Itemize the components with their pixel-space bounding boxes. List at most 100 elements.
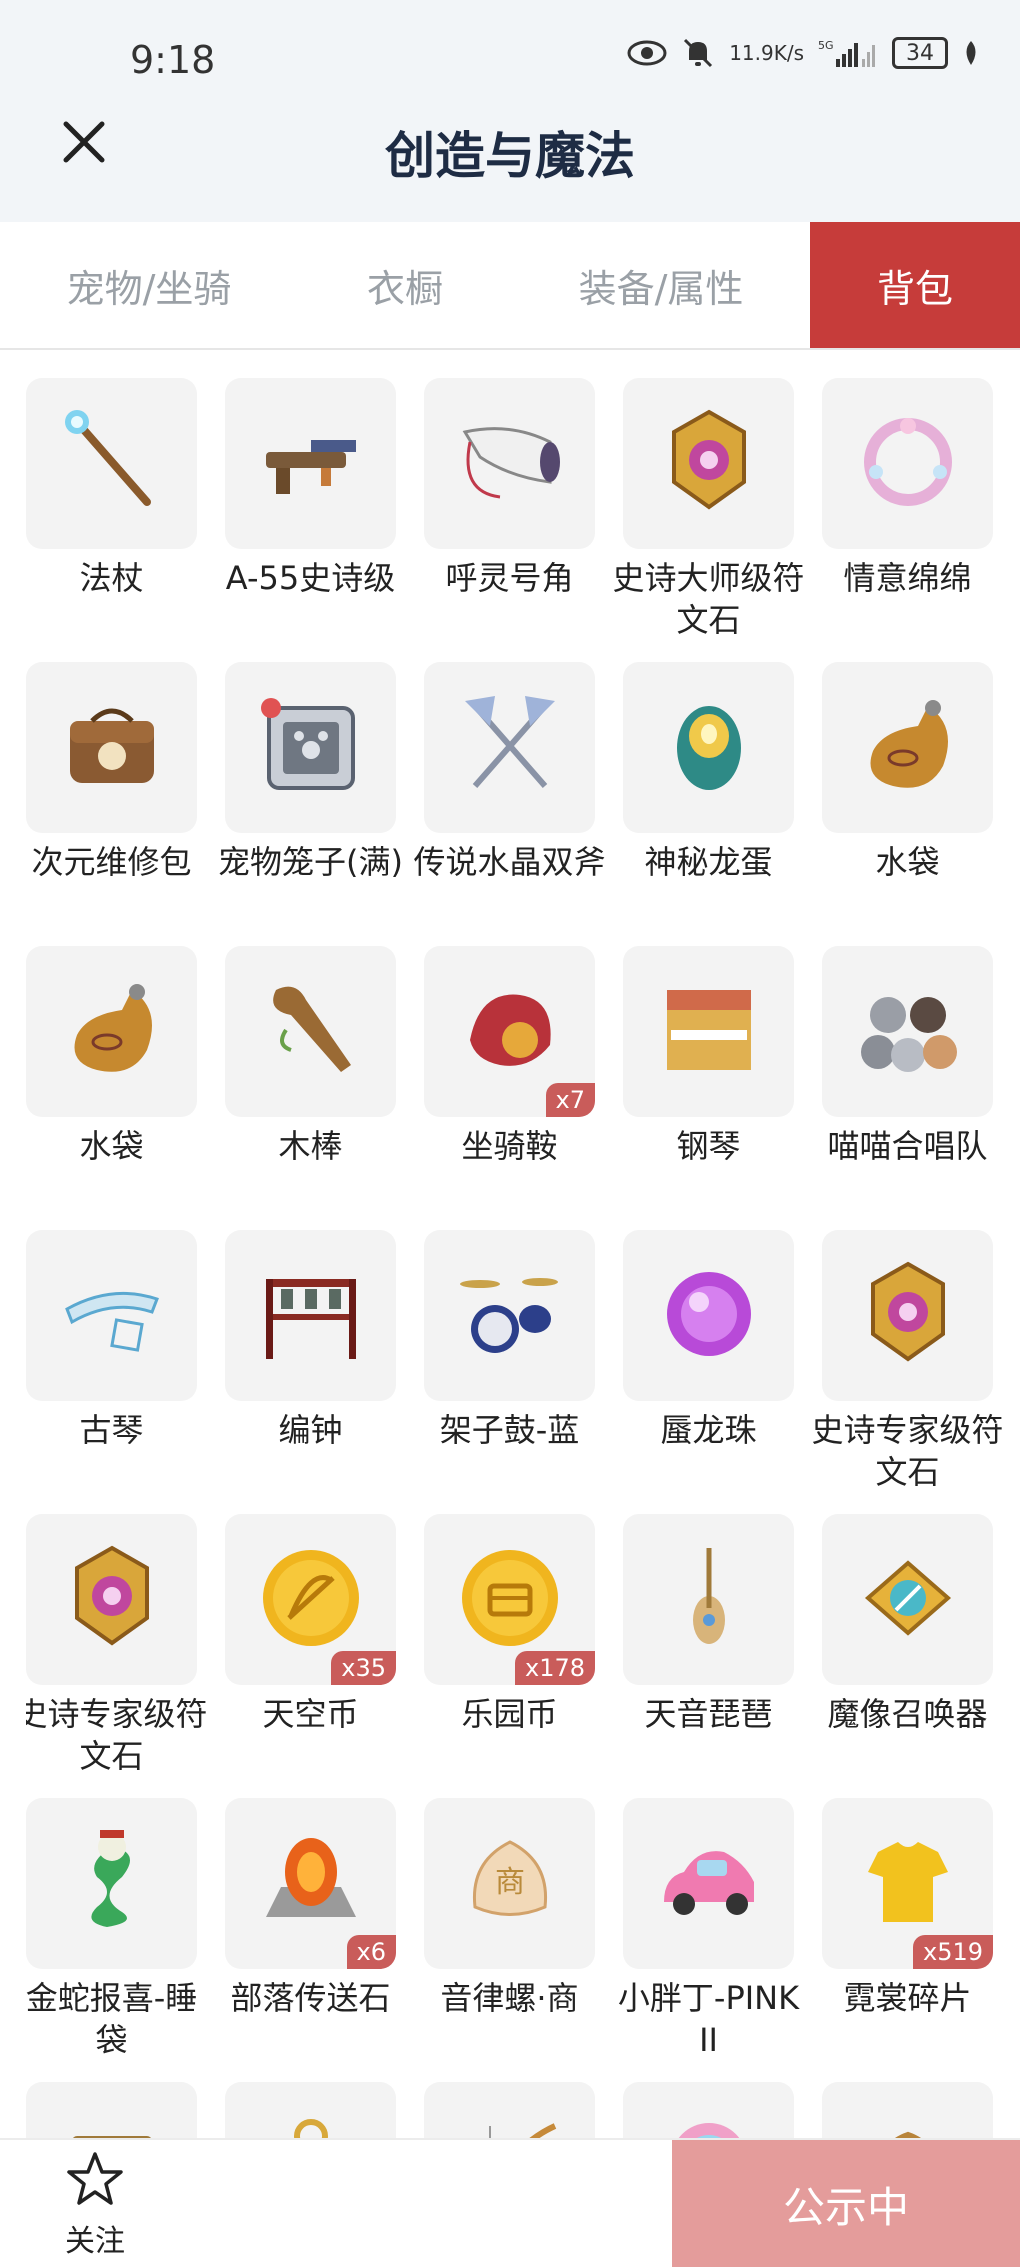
quantity-badge: x7	[545, 1083, 595, 1117]
network-speed-value: 11.9	[729, 41, 774, 65]
saddle-icon	[450, 970, 570, 1094]
item-thumbnail: x178	[424, 1514, 595, 1685]
item-thumbnail	[623, 662, 794, 833]
item-thumbnail	[26, 1798, 197, 1969]
item-card[interactable]: 金蛇报喜-睡袋	[26, 1798, 197, 2082]
item-card[interactable]: 史诗大师级符文石	[612, 378, 805, 662]
key-icon	[251, 2106, 371, 2138]
shirt-fragment-icon	[848, 1822, 968, 1946]
water-bag-icon	[848, 686, 968, 810]
guqin-icon	[52, 1254, 172, 1378]
item-card[interactable]	[822, 2082, 993, 2138]
item-card[interactable]: 木棒	[225, 946, 396, 1230]
lollipop-icon	[649, 2106, 769, 2138]
item-card[interactable]: x6 部落传送石	[225, 1798, 396, 2082]
dragon-egg-icon	[649, 686, 769, 810]
item-name: 宠物笼子(满)	[218, 843, 403, 881]
item-thumbnail	[225, 946, 396, 1117]
category-tabs: 宠物/坐骑 衣橱 装备/属性 背包	[0, 222, 1020, 350]
item-thumbnail	[26, 1514, 197, 1685]
item-thumbnail: 商	[424, 1798, 595, 1969]
item-card[interactable]: 水袋	[26, 946, 197, 1230]
item-thumbnail: x7	[424, 946, 595, 1117]
item-card[interactable]: 呼灵号角	[424, 378, 595, 662]
item-card[interactable]: 次元维修包	[26, 662, 197, 946]
rune-stone-icon	[52, 1538, 172, 1662]
quantity-badge: x178	[514, 1651, 595, 1685]
item-card[interactable]: 传说水晶双斧	[413, 662, 606, 946]
status-icons: 11.9 K/s 5G 34	[627, 36, 980, 70]
follow-label: 关注	[65, 2224, 125, 2259]
wreath-icon	[848, 402, 968, 526]
item-thumbnail	[623, 378, 794, 549]
item-name: 钢琴	[676, 1127, 741, 1165]
item-card[interactable]: 小胖丁-PINK II	[618, 1798, 799, 2082]
item-name: 音律螺·商	[440, 1979, 579, 2017]
fishing-rod-icon	[450, 2106, 570, 2138]
item-card[interactable]: 宠物笼子(满)	[218, 662, 403, 946]
item-card[interactable]: 法杖	[26, 378, 197, 662]
item-thumbnail: x6	[225, 1798, 396, 1969]
dragon-pearl-icon	[649, 1254, 769, 1378]
quantity-badge: x35	[331, 1651, 396, 1685]
item-card[interactable]	[623, 2082, 794, 2138]
wooden-club-icon	[251, 970, 371, 1094]
item-card[interactable]	[26, 2082, 197, 2138]
item-name: 史诗专家级符文石	[811, 1411, 1004, 1491]
item-card[interactable]: x519 霓裳碎片	[822, 1798, 993, 2082]
item-card[interactable]: 喵喵合唱队	[822, 946, 993, 1230]
item-card[interactable]: 神秘龙蛋	[623, 662, 794, 946]
item-card[interactable]: A-55史诗级	[225, 378, 396, 662]
item-name: 霓裳碎片	[843, 1979, 972, 2017]
item-thumbnail	[225, 2082, 396, 2138]
item-thumbnail	[822, 662, 993, 833]
golem-summoner-icon	[848, 1538, 968, 1662]
item-card[interactable]	[225, 2082, 396, 2138]
item-card[interactable]: x35 天空币	[225, 1514, 396, 1798]
item-thumbnail	[623, 1514, 794, 1685]
piano-icon	[649, 970, 769, 1094]
pet-cage-icon	[251, 686, 371, 810]
item-name: 情意绵绵	[843, 559, 972, 597]
item-card[interactable]: x178 乐园币	[424, 1514, 595, 1798]
notice-button[interactable]: 公示中	[672, 2140, 1020, 2267]
item-thumbnail	[623, 1798, 794, 1969]
item-thumbnail	[424, 2082, 595, 2138]
item-card[interactable]: 蜃龙珠	[623, 1230, 794, 1514]
item-name: 喵喵合唱队	[827, 1127, 988, 1165]
item-name: 木棒	[278, 1127, 343, 1165]
rune-stone-icon	[848, 1254, 968, 1378]
item-thumbnail	[424, 662, 595, 833]
item-card[interactable]: 水袋	[822, 662, 993, 946]
snake-sleeping-bag-icon	[52, 1822, 172, 1946]
tab-equipment[interactable]: 装备/属性	[512, 222, 810, 348]
item-card[interactable]: 钢琴	[623, 946, 794, 1230]
item-thumbnail: x519	[822, 1798, 993, 1969]
item-name: 小胖丁-PINK II	[617, 1979, 800, 2059]
pipa-icon	[649, 1538, 769, 1662]
tab-wardrobe[interactable]: 衣橱	[298, 222, 512, 348]
item-name: 法杖	[79, 559, 144, 597]
tab-pets-mounts[interactable]: 宠物/坐骑	[0, 222, 298, 348]
item-card[interactable]: 情意绵绵	[822, 378, 993, 662]
item-thumbnail	[424, 1230, 595, 1401]
item-card[interactable]: 史诗专家级符文石	[26, 1514, 208, 1798]
item-thumbnail	[822, 1230, 993, 1401]
item-card[interactable]: 史诗专家级符文石	[811, 1230, 1004, 1514]
item-card[interactable]: 魔像召唤器	[822, 1514, 993, 1798]
item-card[interactable]: 商音律螺·商	[424, 1798, 595, 2082]
item-thumbnail	[26, 2082, 197, 2138]
item-name: 史诗专家级符文石	[26, 1695, 208, 1775]
tab-backpack[interactable]: 背包	[810, 222, 1020, 348]
item-card[interactable]: x7 坐骑鞍	[424, 946, 595, 1230]
item-card[interactable]: 架子鼓-蓝	[424, 1230, 595, 1514]
header-area: 9:18 11.9 K/s 5G 34 创造与魔法	[0, 0, 1020, 222]
item-card[interactable]: 编钟	[225, 1230, 396, 1514]
repair-bag-icon	[52, 686, 172, 810]
item-card[interactable]	[424, 2082, 595, 2138]
item-name: 水袋	[875, 843, 940, 881]
follow-button[interactable]: 关注	[38, 2150, 152, 2262]
item-name: A-55史诗级	[225, 559, 396, 597]
item-card[interactable]: 古琴	[26, 1230, 197, 1514]
item-card[interactable]: 天音琵琶	[623, 1514, 794, 1798]
